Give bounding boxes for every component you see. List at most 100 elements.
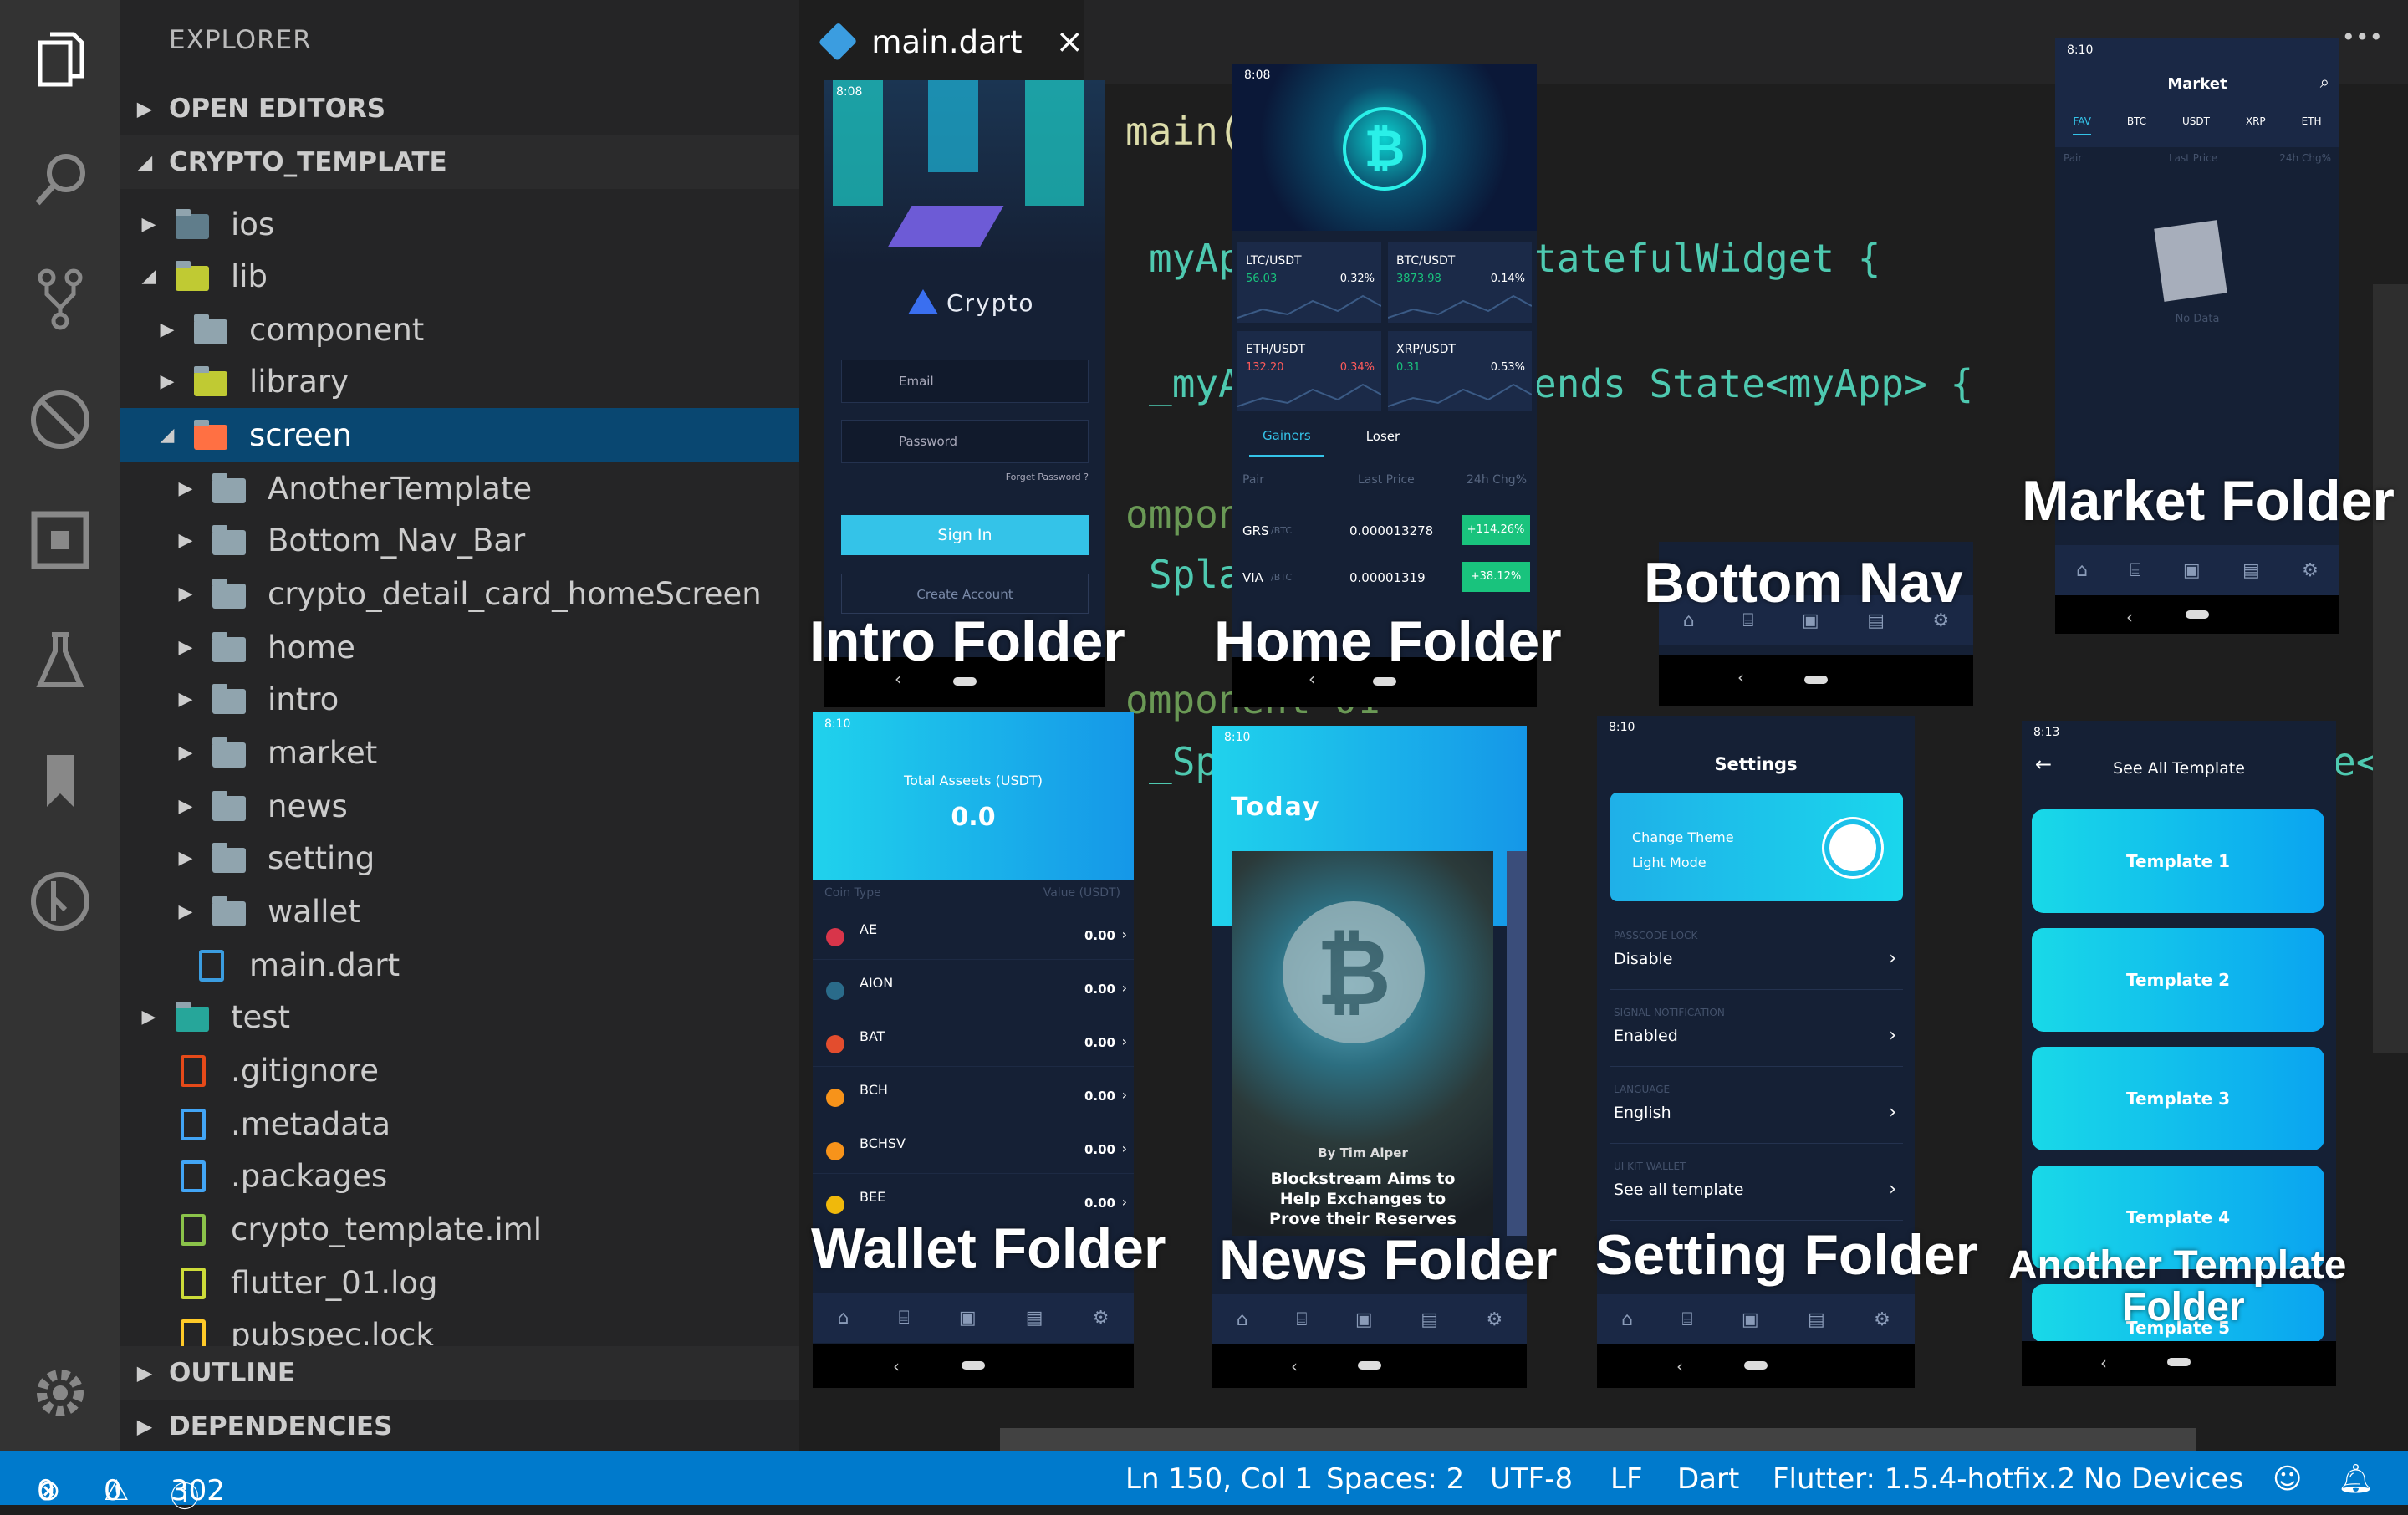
next-news-card[interactable] [1507,851,1527,1236]
tree-item[interactable]: ▶ Bottom_Nav_Bar [120,513,799,567]
tree-item[interactable]: ▶ AnotherTemplate [120,462,799,515]
change-theme-card[interactable]: Change Theme Light Mode [1610,793,1903,901]
bank-icon[interactable]: ⌸ [1681,1309,1692,1330]
tree-item[interactable]: ▶ wallet [120,885,799,938]
tree-item[interactable]: ▶ ios [120,197,799,251]
gear-icon[interactable]: ⚙ [1874,1309,1890,1330]
password-field[interactable]: Password [841,420,1089,463]
tab-main-dart[interactable]: main.dart × [799,0,1084,84]
line-ending[interactable]: LF [1610,1462,1643,1496]
template-card[interactable]: Template 3 [2032,1047,2324,1150]
files-icon[interactable] [25,25,95,95]
gear-icon[interactable]: ⚙ [1487,1309,1503,1330]
back-icon[interactable]: ‹ [893,1356,900,1376]
gear-icon[interactable]: ⚙ [2302,560,2319,581]
news-icon[interactable]: ▤ [1421,1309,1438,1330]
back-icon[interactable]: ‹ [1291,1356,1298,1376]
search-icon[interactable]: ⌕ [2320,72,2329,92]
news-icon[interactable]: ▤ [2242,560,2260,581]
tree-item[interactable]: flutter_01.log [120,1256,799,1309]
market-tab[interactable]: FAV [2073,115,2091,135]
tree-item[interactable]: ▶ home [120,620,799,674]
back-icon[interactable]: ‹ [1676,1356,1683,1376]
horizontal-scrollbar[interactable] [1000,1428,2196,1451]
indentation[interactable]: Spaces: 2 [1326,1462,1464,1496]
tree-item[interactable]: .gitignore [120,1043,799,1097]
pair-card[interactable]: LTC/USDT 56.03 0.32% [1237,242,1381,323]
back-icon[interactable]: ‹ [2100,1353,2107,1373]
table-row[interactable]: VIA/BTC 0.00001319 +38.12% [1232,562,1537,595]
open-editors-section[interactable]: ▶ OPEN EDITORS [120,82,799,135]
coin-row[interactable]: BCH 0.00 › [813,1070,1134,1120]
wallet-icon[interactable]: ▣ [2183,560,2201,581]
tree-item[interactable]: ◢ screen [120,408,799,462]
home-icon[interactable]: ⌂ [838,1308,849,1329]
coin-row[interactable]: BAT 0.00 › [813,1017,1134,1067]
coin-row[interactable]: BCHSV 0.00 › [813,1124,1134,1174]
notifications-bell-icon[interactable]: 🔔︎ [2338,1462,2374,1496]
table-row[interactable]: GRS/BTC 0.000013278 +114.26% [1232,515,1537,548]
wallet-icon[interactable]: ▣ [1742,1309,1759,1330]
home-pill[interactable] [1804,676,1828,684]
home-pill[interactable] [1744,1361,1768,1370]
wallet-icon[interactable]: ▣ [1355,1309,1373,1330]
tree-item[interactable]: .metadata [120,1097,799,1150]
language-mode[interactable]: Dart [1677,1462,1739,1496]
close-icon[interactable]: × [1055,23,1084,61]
bookmark-icon[interactable] [25,746,95,816]
outline-section[interactable]: ▶ OUTLINE [120,1346,799,1400]
back-icon[interactable]: ‹ [2126,607,2133,627]
settings-item[interactable]: UI KIT WALLET See all template › [1610,1154,1903,1221]
home-pill[interactable] [953,677,977,686]
tree-item[interactable]: ▶ library [120,355,799,408]
bank-icon[interactable]: ⌸ [1296,1309,1307,1330]
home-pill[interactable] [1358,1361,1381,1370]
create-account-button[interactable]: Create Account [841,574,1089,614]
extensions-icon[interactable] [25,505,95,575]
market-tab[interactable]: BTC [2127,115,2146,135]
market-tab[interactable]: USDT [2182,115,2210,135]
market-tab[interactable]: XRP [2246,115,2266,135]
bank-icon[interactable]: ⌸ [2130,560,2140,581]
more-actions-icon[interactable]: ••• [2341,23,2383,51]
home-pill[interactable] [2186,610,2209,619]
tree-item[interactable]: ▶ test [120,990,799,1043]
tab-gainers[interactable]: Gainers [1249,416,1324,457]
email-field[interactable]: Email [841,360,1089,403]
debug-icon[interactable] [25,385,95,455]
gear-icon[interactable]: ⚙ [1093,1308,1110,1329]
template-card[interactable]: Template 2 [2032,928,2324,1032]
tree-item[interactable]: ▶ news [120,779,799,833]
tree-item[interactable]: ▶ setting [120,831,799,885]
home-pill[interactable] [2167,1358,2191,1366]
news-icon[interactable]: ▤ [1808,1309,1825,1330]
news-icon[interactable]: ▤ [1026,1308,1043,1329]
feedback-smiley-icon[interactable]: ☺ [2273,1462,2302,1496]
market-tab[interactable]: ETH [2302,115,2322,135]
wallet-icon[interactable]: ▣ [959,1308,977,1329]
pair-card[interactable]: BTC/USDT 3873.98 0.14% [1388,242,1532,323]
tree-item[interactable]: .packages [120,1149,799,1202]
tree-item[interactable]: crypto_template.iml [120,1202,799,1256]
back-icon[interactable]: ‹ [1737,667,1744,687]
tree-item[interactable]: ▶ crypto_detail_card_homeScreen [120,567,799,620]
encoding[interactable]: UTF-8 [1490,1462,1573,1496]
dependencies-section[interactable]: ▶ DEPENDENCIES [120,1400,799,1453]
settings-item[interactable]: SIGNAL NOTIFICATION Enabled › [1610,1000,1903,1067]
tree-item[interactable]: ▶ component [120,303,799,356]
tree-item[interactable]: ◢ lib [120,249,799,303]
coin-row[interactable]: AION 0.00 › [813,963,1134,1013]
home-pill[interactable] [1373,677,1396,686]
vertical-scrollbar[interactable] [2373,284,2408,1053]
project-section[interactable]: ◢ CRYPTO_TEMPLATE [120,135,799,189]
home-pill[interactable] [962,1361,985,1370]
search-icon[interactable] [25,144,95,214]
sign-in-button[interactable]: Sign In [841,515,1089,555]
settings-gear-icon[interactable] [25,1358,95,1428]
pair-card[interactable]: ETH/USDT 132.20 0.34% [1237,331,1381,411]
test-flask-icon[interactable] [25,625,95,696]
gitlens-icon[interactable] [25,866,95,936]
coin-row[interactable]: AE 0.00 › [813,910,1134,960]
news-card[interactable]: ₿ By Tim Alper Blockstream Aims to Help … [1232,851,1493,1236]
flutter-version[interactable]: Flutter: 1.5.4-hotfix.2 [1773,1462,2075,1496]
